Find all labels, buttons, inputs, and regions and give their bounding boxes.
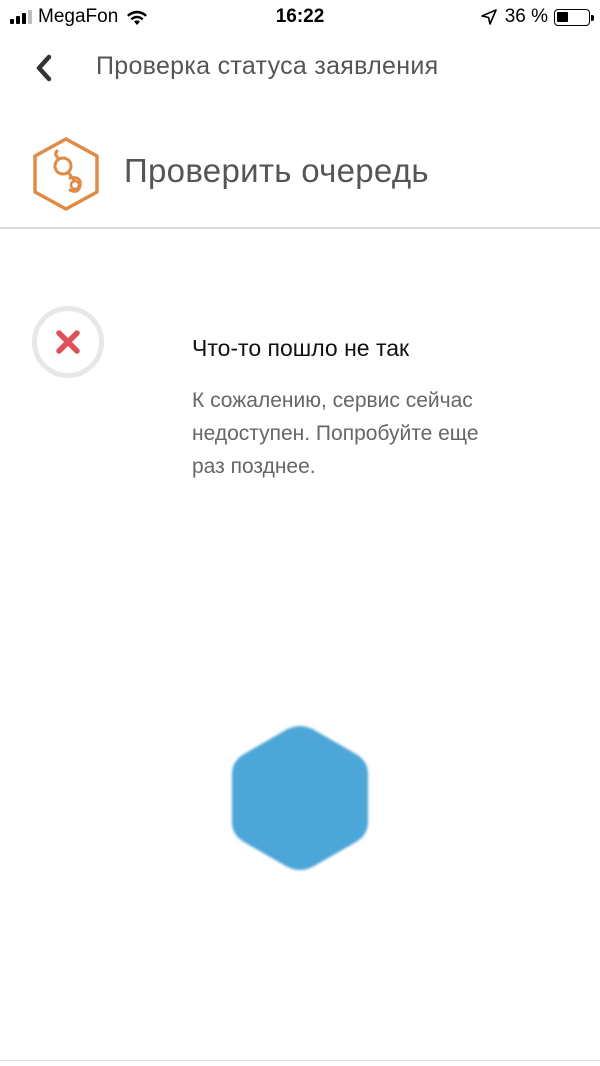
close-icon xyxy=(56,330,80,354)
hexagon-loader-icon xyxy=(228,722,372,874)
back-button[interactable] xyxy=(26,50,62,86)
error-title: Что-то пошло не так xyxy=(192,335,410,361)
location-arrow-icon xyxy=(480,9,497,25)
screen: MegaFon 16:22 36 % Проверка статуса заяв… xyxy=(0,0,600,1066)
battery-fill xyxy=(557,11,568,22)
service-title: Проверить очередь xyxy=(124,152,429,189)
chevron-left-icon xyxy=(36,54,52,82)
divider xyxy=(0,227,600,229)
status-bar: MegaFon 16:22 36 % xyxy=(0,0,600,34)
status-bar-right: 36 % xyxy=(480,6,594,28)
battery-percent: 36 % xyxy=(504,6,548,27)
pacifier-icon xyxy=(30,136,102,212)
error-status-badge xyxy=(32,306,104,378)
error-message: К сожалению, сервис сейчас недоступен. П… xyxy=(192,389,479,478)
bottom-divider xyxy=(0,1060,600,1061)
page-title: Проверка статуса заявления xyxy=(96,52,439,80)
battery-icon xyxy=(554,8,594,26)
